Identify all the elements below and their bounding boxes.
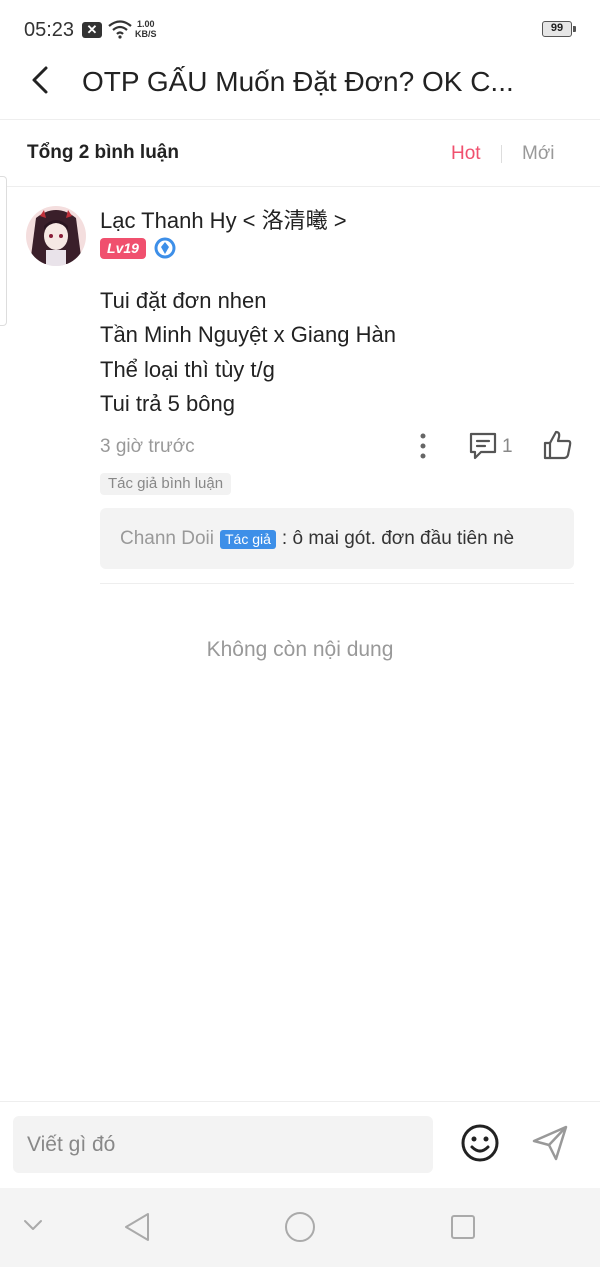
sort-hot-tab[interactable]: Hot — [451, 143, 481, 165]
reply-count: 1 — [502, 436, 513, 457]
wifi-icon — [108, 20, 132, 39]
sort-separator — [501, 145, 502, 163]
reply-comment-icon[interactable] — [467, 430, 499, 462]
battery-indicator: 99 — [542, 21, 576, 37]
more-vertical-icon[interactable] — [413, 431, 433, 461]
page-title: OTP GẤU Muốn Đặt Đơn? OK C... — [82, 66, 514, 97]
emoji-smile-icon[interactable] — [458, 1121, 502, 1165]
speed-value: 1.00 — [136, 19, 155, 29]
send-icon[interactable] — [528, 1121, 572, 1165]
chevron-left-icon — [32, 66, 48, 94]
chevron-down-icon[interactable] — [22, 1218, 44, 1232]
input-placeholder: Viết gì đó — [27, 1133, 116, 1156]
level-badge: Lv19 — [100, 238, 146, 259]
comment-divider — [100, 583, 574, 584]
system-nav-bar — [0, 1188, 600, 1267]
close-box-icon: ✕ — [82, 22, 102, 38]
reply-line: Chann Doii Tác giả : ô mai gót. đơn đầu … — [120, 528, 514, 550]
comment-total: Tổng 2 bình luận — [27, 142, 179, 163]
side-handle[interactable] — [0, 176, 7, 326]
author-commented-tag: Tác giả bình luận — [100, 473, 232, 495]
comment-time: 3 giờ trước — [100, 436, 195, 457]
reply-text: : ô mai gót. đơn đầu tiên nè — [281, 528, 515, 549]
comment-input[interactable]: Viết gì đó — [13, 1116, 433, 1173]
verified-badge-icon — [154, 237, 176, 259]
back-button[interactable] — [20, 60, 60, 100]
comment-username[interactable]: Lạc Thanh Hy < 洛清曦 > — [100, 203, 347, 235]
status-time: 05:23 — [24, 19, 75, 41]
reply-author[interactable]: Chann Doii — [120, 528, 214, 550]
speed-unit: KB/S — [135, 29, 157, 39]
comment-line: Tui trả 5 bông — [100, 391, 235, 416]
comment-line: Tần Minh Nguyệt x Giang Hàn — [100, 322, 396, 347]
thumbs-up-icon[interactable] — [540, 428, 574, 462]
recent-square-icon[interactable] — [450, 1214, 476, 1240]
end-of-content: Không còn nội dung — [206, 638, 394, 661]
status-bar: 05:23 ✕ 1.00 KB/S 99 — [0, 0, 600, 60]
sort-new-tab[interactable]: Mới — [522, 143, 555, 165]
reply-preview[interactable]: Chann Doii Tác giả : ô mai gót. đơn đầu … — [100, 508, 574, 569]
summary-divider — [0, 186, 600, 187]
comment-line: Thể loại thì tùy t/g — [100, 357, 275, 382]
avatar[interactable] — [26, 206, 86, 266]
author-badge: Tác giả — [220, 529, 276, 549]
header-divider — [0, 119, 600, 120]
input-divider — [0, 1101, 600, 1102]
network-speed: 1.00 KB/S — [135, 19, 157, 39]
back-triangle-icon[interactable] — [122, 1211, 152, 1243]
comment-line: Tui đặt đơn nhen — [100, 288, 267, 313]
home-circle-icon[interactable] — [284, 1211, 316, 1243]
avatar-image — [26, 206, 86, 266]
